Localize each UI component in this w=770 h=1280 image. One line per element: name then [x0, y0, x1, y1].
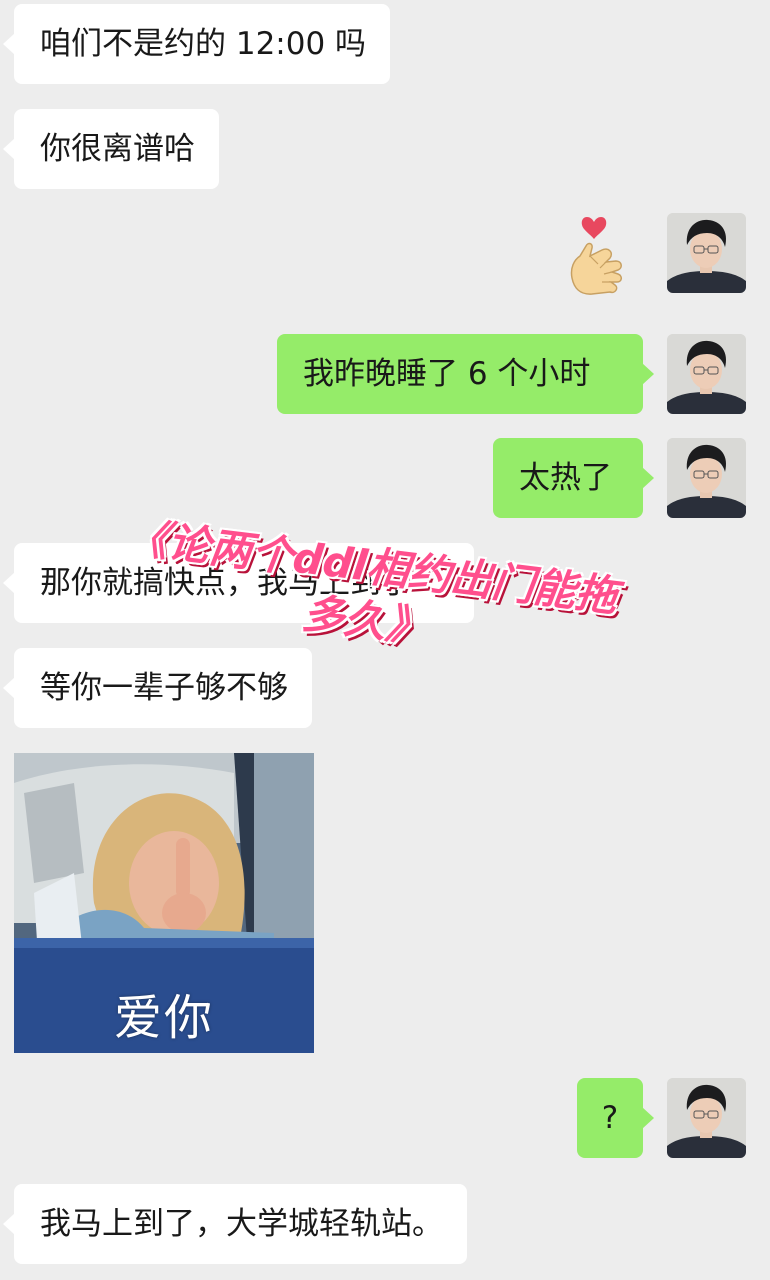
avatar[interactable] [667, 438, 746, 518]
message-bubble-outgoing[interactable]: 我昨晚睡了 6 个小时 [277, 334, 654, 414]
meme-caption: 爱你 [113, 990, 214, 1046]
message-bubble-incoming[interactable]: 我马上到了，大学城轻轨站。 [3, 1184, 467, 1264]
chat-screen: 咱们不是约的 12:00 吗 你很离谱哈 我昨晚睡了 6 个小时 太热了 那你就… [0, 0, 770, 1280]
meme-image[interactable]: 爱你 [14, 753, 314, 1053]
finger-heart-icon[interactable] [562, 212, 632, 302]
message-bubble-outgoing[interactable]: ? [577, 1078, 654, 1158]
avatar[interactable] [667, 1078, 746, 1158]
message-bubble-outgoing[interactable]: 太热了 [493, 438, 654, 518]
message-bubble-incoming[interactable]: 等你一辈子够不够 [3, 648, 312, 728]
avatar[interactable] [667, 213, 746, 293]
message-bubble-incoming[interactable]: 你很离谱哈 [3, 109, 219, 189]
message-bubble-incoming[interactable]: 咱们不是约的 12:00 吗 [2, 4, 391, 84]
avatar[interactable] [667, 334, 746, 414]
